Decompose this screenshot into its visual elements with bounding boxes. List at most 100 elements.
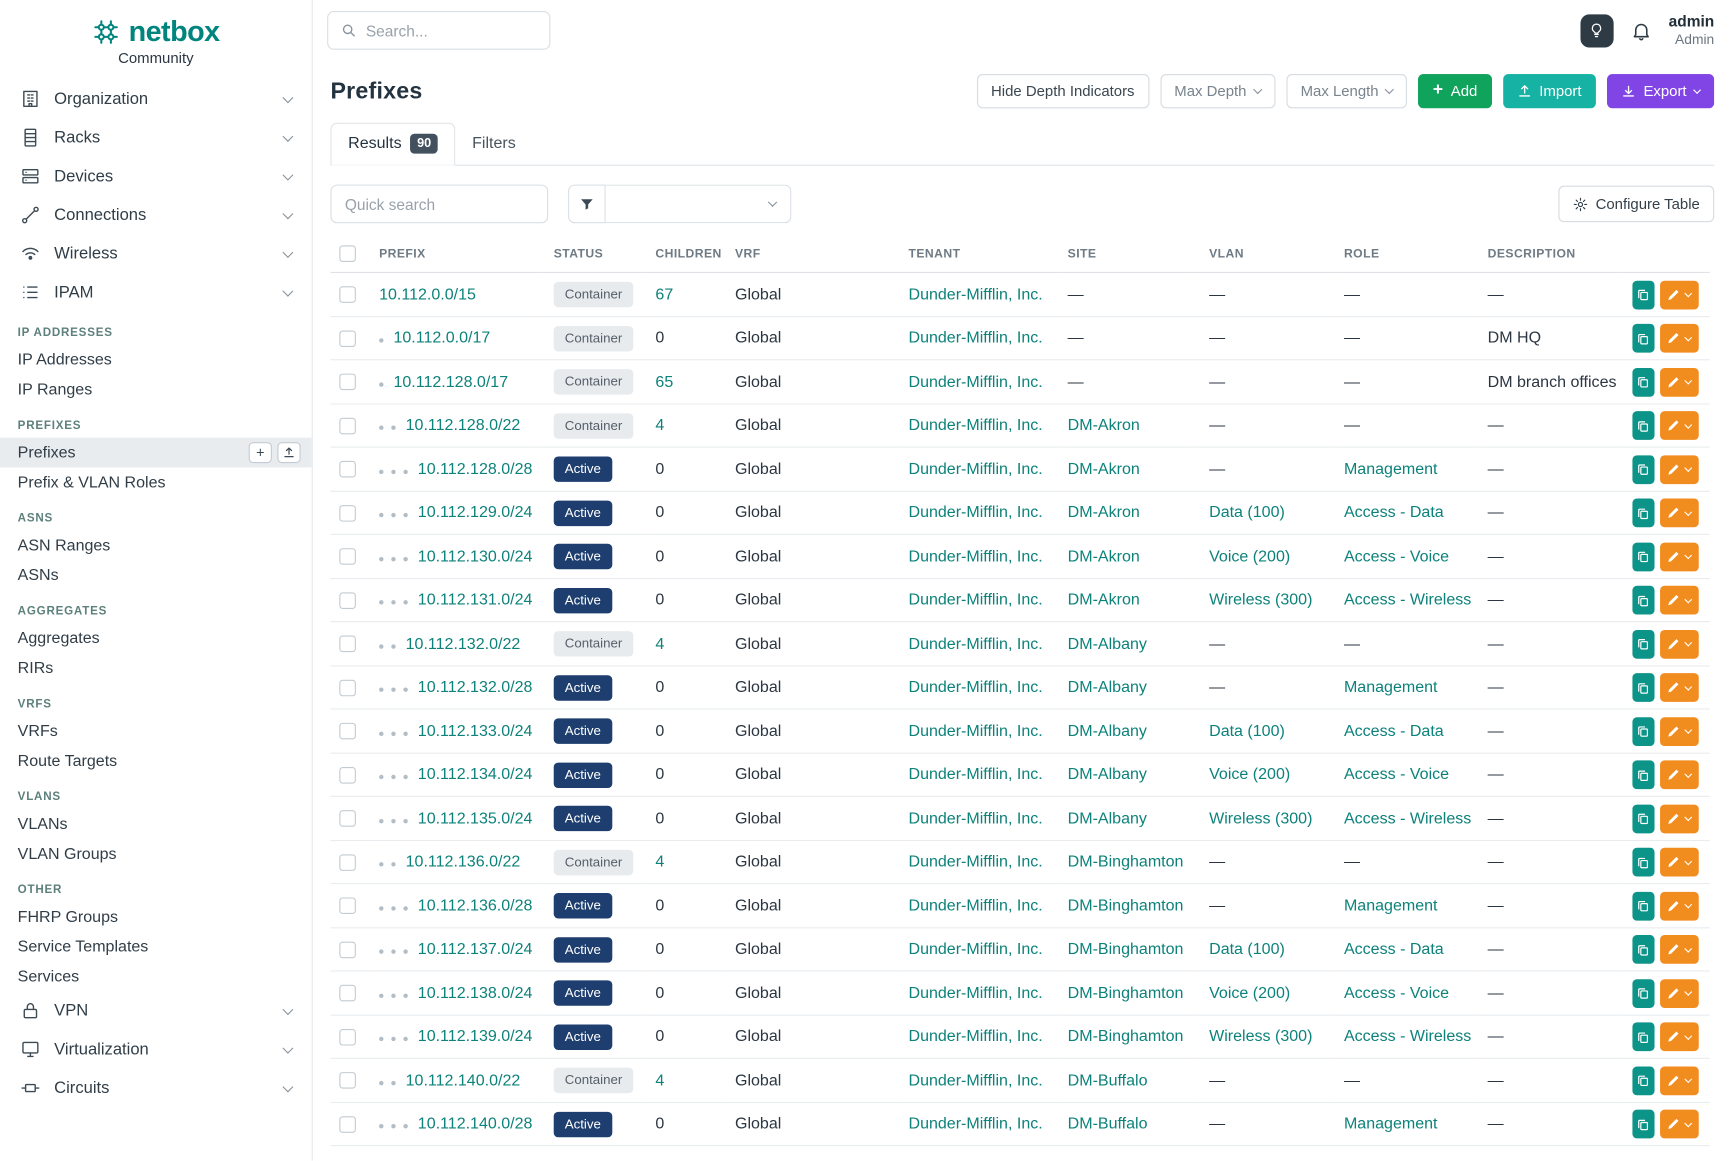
- vlan-link[interactable]: Data (100): [1209, 941, 1285, 959]
- sidebar-item-asns[interactable]: ASNs: [0, 560, 312, 590]
- prefix-link[interactable]: 10.112.132.0/22: [406, 635, 521, 653]
- sidebar-item-circuits[interactable]: Circuits: [0, 1069, 312, 1108]
- copy-button[interactable]: [1632, 630, 1654, 659]
- site-link[interactable]: DM-Akron: [1068, 460, 1140, 478]
- role-link[interactable]: Access - Voice: [1344, 984, 1449, 1002]
- prefix-link[interactable]: 10.112.140.0/28: [418, 1115, 533, 1133]
- row-checkbox[interactable]: [339, 898, 356, 915]
- copy-button[interactable]: [1632, 455, 1654, 484]
- copy-button[interactable]: [1632, 1110, 1654, 1139]
- add-button[interactable]: +Add: [1418, 74, 1491, 108]
- prefix-link[interactable]: 10.112.140.0/22: [406, 1072, 521, 1090]
- prefix-link[interactable]: 10.112.136.0/28: [418, 897, 533, 915]
- copy-button[interactable]: [1632, 935, 1654, 964]
- edit-button[interactable]: [1660, 324, 1699, 353]
- tab-filters[interactable]: Filters: [456, 123, 533, 165]
- row-checkbox[interactable]: [339, 330, 356, 347]
- prefix-link[interactable]: 10.112.138.0/24: [418, 984, 533, 1002]
- row-checkbox[interactable]: [339, 1116, 356, 1133]
- copy-button[interactable]: [1632, 979, 1654, 1008]
- role-link[interactable]: Access - Wireless: [1344, 1028, 1471, 1046]
- vlan-link[interactable]: Wireless (300): [1209, 1028, 1312, 1046]
- role-link[interactable]: Access - Wireless: [1344, 591, 1471, 609]
- vlan-link[interactable]: Voice (200): [1209, 766, 1290, 784]
- sidebar-item-organization[interactable]: Organization: [0, 80, 312, 119]
- max-depth-dropdown[interactable]: Max Depth: [1160, 74, 1275, 108]
- role-link[interactable]: Access - Data: [1344, 941, 1444, 959]
- row-checkbox[interactable]: [339, 374, 356, 391]
- sidebar-item-prefixes[interactable]: Prefixes +: [0, 438, 312, 468]
- tenant-link[interactable]: Dunder-Mifflin, Inc.: [908, 766, 1042, 784]
- children-count-link[interactable]: 65: [655, 373, 673, 391]
- edit-button[interactable]: [1660, 499, 1699, 528]
- sidebar-item-vlan-groups[interactable]: VLAN Groups: [0, 839, 312, 869]
- row-checkbox[interactable]: [339, 1072, 356, 1089]
- quick-import-button[interactable]: [277, 442, 300, 463]
- column-header-children[interactable]: Children: [644, 239, 724, 273]
- site-link[interactable]: DM-Binghamton: [1068, 1028, 1184, 1046]
- tenant-link[interactable]: Dunder-Mifflin, Inc.: [908, 548, 1042, 566]
- role-link[interactable]: Management: [1344, 1115, 1438, 1133]
- prefix-link[interactable]: 10.112.137.0/24: [418, 941, 533, 959]
- vlan-link[interactable]: Data (100): [1209, 504, 1285, 522]
- sidebar-item-rirs[interactable]: RIRs: [0, 653, 312, 683]
- sidebar-item-racks[interactable]: Racks: [0, 118, 312, 157]
- sidebar-item-connections[interactable]: Connections: [0, 196, 312, 235]
- prefix-link[interactable]: 10.112.129.0/24: [418, 504, 533, 522]
- column-header-role[interactable]: Role: [1333, 239, 1477, 273]
- edit-button[interactable]: [1660, 368, 1699, 397]
- prefix-link[interactable]: 10.112.134.0/24: [418, 766, 533, 784]
- configure-table-button[interactable]: Configure Table: [1558, 186, 1714, 222]
- copy-button[interactable]: [1632, 673, 1654, 702]
- sidebar-item-aggregates[interactable]: Aggregates: [0, 623, 312, 653]
- row-checkbox[interactable]: [339, 287, 356, 304]
- tenant-link[interactable]: Dunder-Mifflin, Inc.: [908, 679, 1042, 697]
- theme-toggle-button[interactable]: [1580, 14, 1613, 47]
- column-header-prefix[interactable]: Prefix: [368, 239, 543, 273]
- edit-button[interactable]: [1660, 1110, 1699, 1139]
- children-count-link[interactable]: 4: [655, 1072, 664, 1090]
- site-link[interactable]: DM-Albany: [1068, 722, 1147, 740]
- sidebar-item-ipam[interactable]: IPAM: [0, 273, 312, 312]
- tenant-link[interactable]: Dunder-Mifflin, Inc.: [908, 853, 1042, 871]
- copy-button[interactable]: [1632, 761, 1654, 790]
- column-header-status[interactable]: Status: [543, 239, 645, 273]
- sidebar-item-route-targets[interactable]: Route Targets: [0, 746, 312, 776]
- copy-button[interactable]: [1632, 324, 1654, 353]
- row-checkbox[interactable]: [339, 1029, 356, 1046]
- role-link[interactable]: Access - Voice: [1344, 548, 1449, 566]
- row-checkbox[interactable]: [339, 941, 356, 958]
- tenant-link[interactable]: Dunder-Mifflin, Inc.: [908, 722, 1042, 740]
- column-header-vrf[interactable]: VRF: [724, 239, 898, 273]
- prefix-link[interactable]: 10.112.0.0/15: [379, 286, 476, 304]
- row-checkbox[interactable]: [339, 679, 356, 696]
- edit-button[interactable]: [1660, 1022, 1699, 1051]
- row-checkbox[interactable]: [339, 723, 356, 740]
- edit-button[interactable]: [1660, 804, 1699, 833]
- tenant-link[interactable]: Dunder-Mifflin, Inc.: [908, 329, 1042, 347]
- edit-button[interactable]: [1660, 935, 1699, 964]
- sidebar-item-wireless[interactable]: Wireless: [0, 234, 312, 273]
- notifications-button[interactable]: [1630, 19, 1652, 41]
- edit-button[interactable]: [1660, 761, 1699, 790]
- column-header-tenant[interactable]: Tenant: [897, 239, 1056, 273]
- sidebar-item-vpn[interactable]: VPN: [0, 991, 312, 1030]
- sidebar-item-vlans[interactable]: VLANs: [0, 809, 312, 839]
- edit-button[interactable]: [1660, 455, 1699, 484]
- user-menu[interactable]: admin Admin: [1669, 11, 1715, 49]
- copy-button[interactable]: [1632, 892, 1654, 921]
- children-count-link[interactable]: 4: [655, 635, 664, 653]
- tenant-link[interactable]: Dunder-Mifflin, Inc.: [908, 1072, 1042, 1090]
- site-link[interactable]: DM-Binghamton: [1068, 941, 1184, 959]
- tenant-link[interactable]: Dunder-Mifflin, Inc.: [908, 591, 1042, 609]
- copy-button[interactable]: [1632, 1022, 1654, 1051]
- global-search[interactable]: [327, 11, 550, 50]
- sidebar-item-service-templates[interactable]: Service Templates: [0, 932, 312, 962]
- tenant-link[interactable]: Dunder-Mifflin, Inc.: [908, 504, 1042, 522]
- column-header-site[interactable]: Site: [1057, 239, 1198, 273]
- site-link[interactable]: DM-Akron: [1068, 504, 1140, 522]
- role-link[interactable]: Access - Data: [1344, 722, 1444, 740]
- tenant-link[interactable]: Dunder-Mifflin, Inc.: [908, 897, 1042, 915]
- children-count-link[interactable]: 67: [655, 286, 673, 304]
- role-link[interactable]: Access - Voice: [1344, 766, 1449, 784]
